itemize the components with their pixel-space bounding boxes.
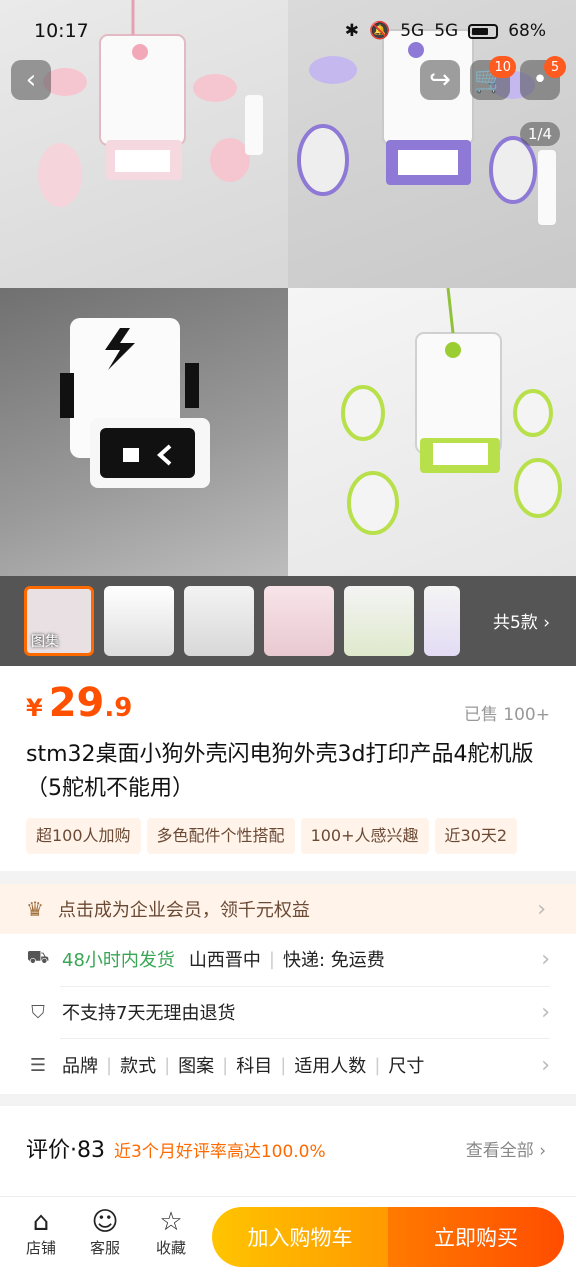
favorite-label: 收藏: [155, 1239, 186, 1257]
cart-button[interactable]: 🛒 10: [470, 56, 516, 100]
signal-2: 5G: [434, 21, 459, 41]
style-thumbnail-strip: 图集: [0, 576, 576, 666]
shop-icon: ⌂: [32, 1207, 50, 1237]
divider: |: [268, 948, 275, 970]
shield-icon: ⛉: [31, 1001, 45, 1023]
thumb-style-2[interactable]: [184, 586, 254, 656]
list-icon: ☰: [29, 1054, 47, 1076]
product-image-green: [288, 288, 576, 576]
chevron-right-icon: ›: [541, 1052, 550, 1078]
service-button[interactable]: ☺ 客服: [80, 1207, 130, 1258]
thumb-style-3[interactable]: [264, 586, 334, 656]
chevron-right-icon: ›: [537, 896, 546, 922]
spec-item: 图案: [178, 1056, 215, 1077]
review-rate: 近3个月好评率高达100.0%: [114, 1142, 326, 1162]
chevron-right-icon: ›: [543, 613, 550, 633]
thumb-gallery[interactable]: 图集: [24, 586, 94, 656]
view-all-reviews-link[interactable]: 查看全部 ›: [466, 1136, 546, 1161]
share-icon: ↪: [429, 65, 451, 95]
tag: 超100人加购: [26, 818, 141, 854]
spec-item: 科目: [236, 1056, 273, 1077]
mute-icon: 🔕: [369, 21, 391, 41]
returns-row[interactable]: ⛉ 不支持7天无理由退货 ›: [26, 987, 550, 1037]
product-page: 10:17 ✱ 🔕 5G 5G 68% ‹ ↪ 🛒 10 • 5 1/4 图集: [0, 0, 576, 1280]
truck-icon: ⛟: [26, 947, 50, 968]
divider: |: [280, 1054, 287, 1076]
status-bar: 10:17 ✱ 🔕 5G 5G 68%: [0, 0, 576, 62]
gallery-page-indicator: 1/4: [519, 122, 560, 146]
chevron-right-icon: ›: [541, 946, 550, 972]
price: ¥ 29 .9: [26, 680, 132, 726]
price-currency: ¥: [26, 694, 43, 722]
shop-label: 店铺: [25, 1239, 56, 1257]
star-icon: ☆: [159, 1207, 183, 1237]
ship-from: 山西晋中: [188, 950, 261, 971]
status-icons: ✱ 🔕 5G 5G 68%: [345, 21, 546, 41]
express-fee: 快递: 免运费: [282, 950, 385, 971]
ship-time: 48小时内发货: [62, 950, 175, 971]
divider: [60, 1038, 550, 1039]
thumb-gallery-label: 图集: [31, 634, 59, 650]
spec-item: 品牌: [62, 1056, 98, 1077]
signal-1: 5G: [400, 21, 425, 41]
member-banner[interactable]: ♛ 点击成为企业会员，领千元权益 ›: [0, 884, 576, 934]
styles-count-button[interactable]: 共5款 ›: [493, 608, 550, 633]
divider: |: [164, 1054, 171, 1076]
spec-item: 适用人数: [294, 1056, 367, 1077]
chevron-right-icon: ›: [541, 999, 550, 1025]
chat-icon: ☺: [91, 1207, 119, 1237]
price-integer: 29: [48, 680, 105, 726]
divider: |: [106, 1054, 113, 1076]
shop-button[interactable]: ⌂ 店铺: [16, 1207, 66, 1258]
thumb-style-5[interactable]: [424, 586, 460, 656]
add-to-cart-button[interactable]: 加入购物车: [212, 1207, 388, 1267]
member-text: 点击成为企业会员，领千元权益: [57, 900, 310, 921]
thumb-style-1[interactable]: [104, 586, 174, 656]
bottom-action-bar: ⌂ 店铺 ☺ 客服 ☆ 收藏 加入购物车 立即购买: [0, 1196, 576, 1280]
styles-count-label: 共5款: [492, 613, 538, 633]
product-image-lightning: [0, 288, 288, 576]
thumb-style-4[interactable]: [344, 586, 414, 656]
specs-row[interactable]: ☰ 品牌 | 款式 | 图案 | 科目 | 适用人数 | 尺寸 ›: [26, 1040, 550, 1090]
battery-icon: [468, 23, 499, 39]
divider: |: [374, 1054, 381, 1076]
tag: 近30天2: [434, 818, 518, 854]
battery-level: 68%: [508, 21, 546, 41]
review-title: 评价·83: [26, 1138, 105, 1163]
crown-icon: ♛: [26, 897, 44, 921]
more-badge: 5: [544, 56, 566, 78]
tag: 多色配件个性搭配: [146, 818, 295, 854]
sold-count: 已售 100+: [463, 705, 550, 725]
bluetooth-icon: ✱: [344, 21, 360, 41]
status-time: 10:17: [34, 20, 89, 42]
chevron-right-icon: ›: [539, 1141, 546, 1161]
product-title: stm32桌面小狗外壳闪电狗外壳3d打印产品4舵机版（5舵机不能用）: [26, 742, 534, 801]
cart-badge: 10: [489, 56, 516, 78]
spec-item: 款式: [120, 1056, 157, 1077]
returns-text: 不支持7天无理由退货: [62, 1003, 236, 1024]
share-button[interactable]: ↪: [420, 60, 460, 100]
buy-now-button[interactable]: 立即购买: [388, 1207, 564, 1267]
product-tags: 超100人加购 多色配件个性搭配 100+人感兴趣 近30天2: [26, 818, 576, 854]
view-all-label: 查看全部: [465, 1141, 534, 1161]
service-label: 客服: [89, 1239, 120, 1257]
back-button[interactable]: ‹: [11, 60, 51, 100]
more-button[interactable]: • 5: [520, 56, 566, 100]
spec-item: 尺寸: [388, 1056, 425, 1077]
delivery-row[interactable]: ⛟ 48小时内发货 山西晋中 | 快递: 免运费 ›: [26, 934, 550, 984]
price-decimal: .9: [104, 693, 133, 723]
chevron-left-icon: ‹: [25, 65, 37, 95]
favorite-button[interactable]: ☆ 收藏: [146, 1207, 196, 1258]
divider: |: [222, 1054, 229, 1076]
tag: 100+人感兴趣: [300, 818, 429, 854]
